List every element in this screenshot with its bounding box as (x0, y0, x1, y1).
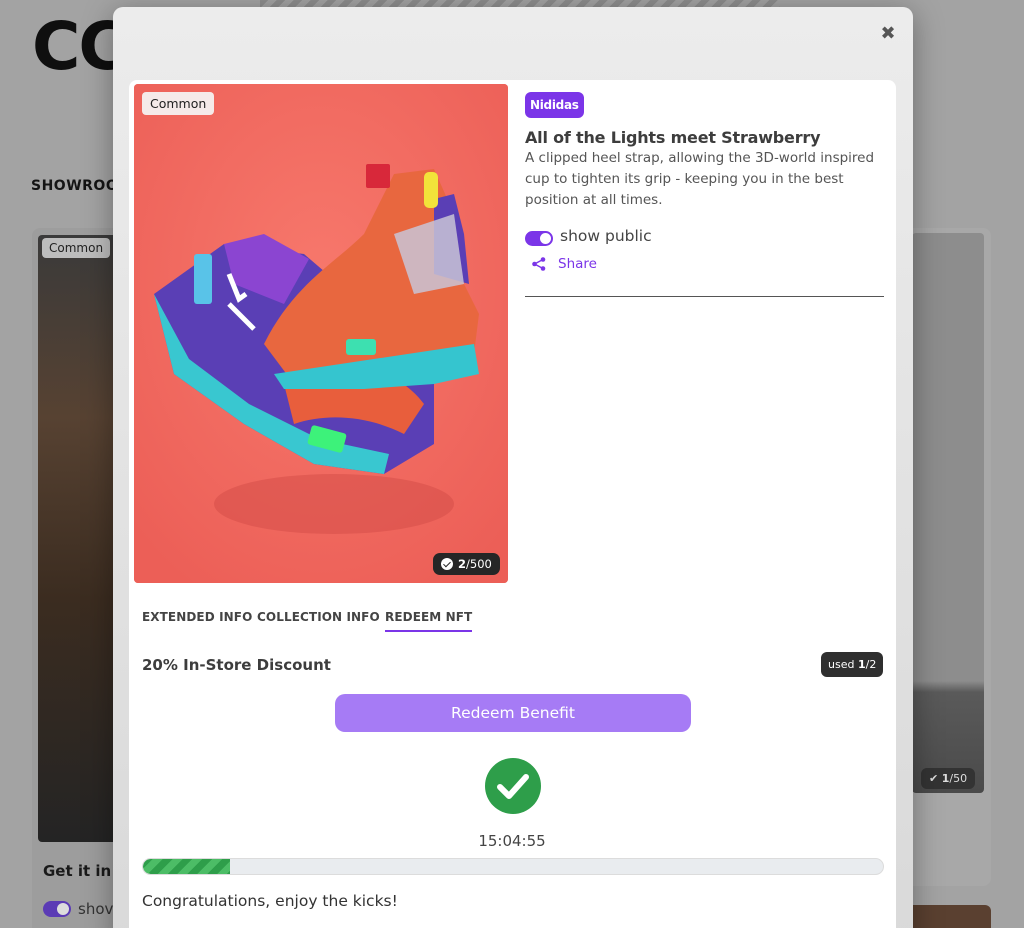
sneaker-illustration (134, 84, 508, 583)
rarity-badge: Common (142, 92, 215, 115)
product-description: A clipped heel strap, allowing the 3D-wo… (525, 150, 875, 208)
background-rarity-badge: Common (42, 238, 111, 258)
share-label: Share (558, 256, 597, 272)
product-title: All of the Lights meet Strawberry (525, 128, 821, 147)
countdown-timer: 15:04:55 (478, 832, 546, 850)
product-image (134, 84, 508, 583)
tab-redeem-nft[interactable]: REDEEM NFT (385, 610, 473, 632)
background-edition-badge: ✔ 1/50 (921, 768, 976, 789)
tab-extended-info[interactable]: EXTENDED INFO (142, 610, 252, 630)
edition-total: /500 (466, 557, 492, 571)
show-public-label: show public (560, 227, 652, 245)
background-card-right-lower (905, 905, 991, 928)
benefit-title: 20% In-Store Discount (142, 656, 331, 674)
show-public-toggle[interactable] (525, 231, 553, 246)
tab-collection-info[interactable]: COLLECTION INFO (257, 610, 380, 630)
edition-badge: 2/500 (433, 553, 500, 575)
share-icon (532, 257, 546, 271)
background-toggle (43, 901, 71, 917)
success-check-icon (485, 758, 541, 814)
used-count-badge: used 1/2 (821, 652, 884, 677)
redeem-benefit-button[interactable]: Redeem Benefit (335, 694, 691, 732)
background-card-right-image (912, 233, 984, 793)
background-showroom-heading: SHOWROO (31, 178, 119, 194)
redeem-progress-fill (143, 859, 230, 874)
share-button[interactable]: Share (531, 256, 597, 272)
congratulations-message: Congratulations, enjoy the kicks! (142, 892, 398, 910)
close-icon[interactable]: ✖ (877, 23, 899, 45)
background-page-title: CC (32, 8, 127, 85)
brand-badge[interactable]: Nididas (525, 92, 584, 118)
background-toggle-label: shov (78, 900, 114, 918)
edition-current: 2 (458, 557, 467, 571)
check-circle-icon (441, 558, 453, 570)
background-card-title: Get it in! (43, 862, 119, 880)
details-divider (525, 296, 884, 297)
redeem-progress-bar (142, 858, 884, 875)
